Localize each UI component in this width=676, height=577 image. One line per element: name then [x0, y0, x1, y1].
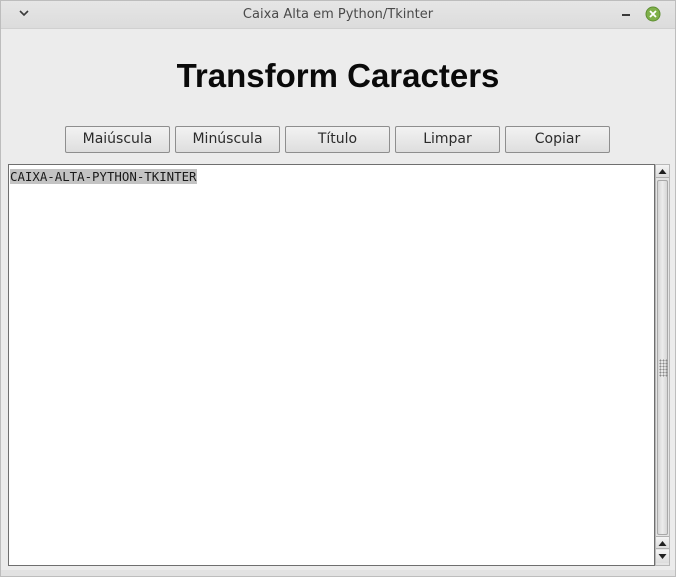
close-icon[interactable] [644, 5, 662, 23]
page-title: Transform Caracters [176, 57, 500, 94]
title-bar[interactable]: Caixa Alta em Python/Tkinter [1, 1, 675, 29]
vertical-scrollbar[interactable] [655, 164, 670, 566]
arrow-down-icon[interactable] [656, 550, 669, 563]
text-editor-content[interactable]: CAIXA-ALTA-PYTHON-TKINTER [9, 165, 654, 565]
minimize-icon[interactable] [617, 5, 635, 23]
copy-button[interactable]: Copiar [505, 126, 610, 153]
lowercase-button[interactable]: Minúscula [175, 126, 280, 153]
uppercase-button[interactable]: Maiúscula [65, 126, 170, 153]
clear-button[interactable]: Limpar [395, 126, 500, 153]
scroll-thumb[interactable] [657, 180, 668, 535]
window-bottom-edge [1, 570, 675, 576]
arrow-up-icon[interactable] [656, 165, 669, 178]
title-case-button[interactable]: Título [285, 126, 390, 153]
app-window: Caixa Alta em Python/Tkinter Transform C… [0, 0, 676, 577]
text-editor[interactable]: CAIXA-ALTA-PYTHON-TKINTER [8, 164, 655, 566]
selected-text[interactable]: CAIXA-ALTA-PYTHON-TKINTER [10, 169, 197, 184]
grip-icon [659, 359, 668, 377]
arrow-up-icon[interactable] [656, 536, 669, 549]
window-title: Caixa Alta em Python/Tkinter [242, 7, 434, 22]
